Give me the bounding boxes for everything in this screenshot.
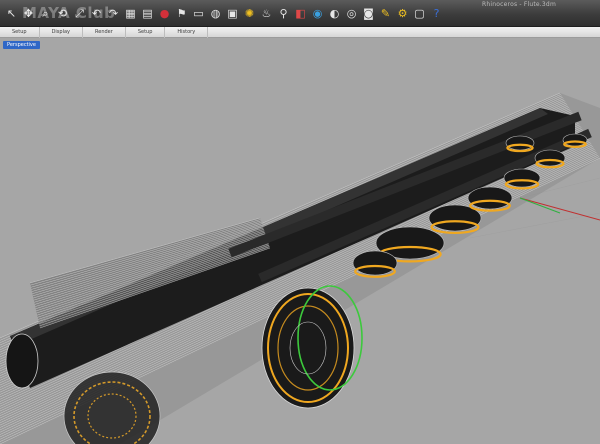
flute-model-render[interactable] (0, 38, 600, 444)
redo-icon[interactable]: ↷ (106, 5, 121, 22)
window-title: Rhinoceros - Flute.3dm (482, 1, 556, 8)
pan-icon[interactable]: ✥ (21, 5, 36, 22)
globe-icon[interactable]: ◍ (208, 5, 223, 22)
rotate-view-icon[interactable]: ⟲ (55, 5, 70, 22)
light-sun-icon[interactable]: ✺ (242, 5, 257, 22)
preview-icon[interactable]: ▢ (412, 5, 427, 22)
environment-icon[interactable]: ◎ (344, 5, 359, 22)
color-wheel-icon[interactable]: ◉ (310, 5, 325, 22)
spotlight-icon[interactable]: ⚲ (276, 5, 291, 22)
render-preview-icon[interactable]: ◧ (293, 5, 308, 22)
rhino-app-window: ↖ ✥ ⌕ ⟲ ⤢ ↶ ↷ ▦ ▤ ● ⚑ ▭ ◍ ▣ ✺ ♨ ⚲ ◧ ◉ ◐ ◎ ◙ ✎ ⚙ ▢? Rhinoceros - … (0, 0, 600, 444)
light-bulb-icon[interactable]: ♨ (259, 5, 274, 22)
paste-icon[interactable]: ▤ (140, 5, 155, 22)
panel-tab-strip: Setup Display Render Setup History (0, 26, 600, 38)
key-cup[interactable] (505, 135, 535, 153)
tab-history[interactable]: History (165, 26, 209, 38)
zoom-icon[interactable]: ⌕ (38, 5, 53, 22)
tab-display[interactable]: Display (40, 26, 83, 38)
four-viewports-icon[interactable]: ▦ (123, 5, 138, 22)
tab-render[interactable]: Render (83, 26, 126, 38)
tab-setup[interactable]: Setup (0, 26, 40, 38)
perspective-viewport[interactable]: Perspective (0, 38, 600, 444)
flag-icon[interactable]: ⚑ (174, 5, 189, 22)
world-axes-indicator (519, 197, 600, 221)
help-icon[interactable]: ? (429, 5, 444, 22)
main-toolbar: ↖ ✥ ⌕ ⟲ ⤢ ↶ ↷ ▦ ▤ ● ⚑ ▭ ◍ ▣ ✺ ♨ ⚲ ◧ ◉ ◐ ◎ ◙ ✎ ⚙ ▢? Rhinoceros - … (0, 0, 600, 27)
tab-setup-2[interactable]: Setup (126, 26, 166, 38)
record-icon[interactable]: ● (157, 5, 172, 22)
cplane-icon[interactable]: ▭ (191, 5, 206, 22)
zoom-extents-icon[interactable]: ⤢ (72, 5, 87, 22)
viewport-title-perspective[interactable]: Perspective (3, 41, 40, 49)
undo-icon[interactable]: ↶ (89, 5, 104, 22)
select-arrow-icon[interactable]: ↖ (4, 5, 19, 22)
material-sphere-icon[interactable]: ◐ (327, 5, 342, 22)
notes-icon[interactable]: ✎ (378, 5, 393, 22)
properties-icon[interactable]: ▣ (225, 5, 240, 22)
snapshot-icon[interactable]: ◙ (361, 5, 376, 22)
key-cup[interactable] (562, 133, 588, 149)
settings-gear-icon[interactable]: ⚙ (395, 5, 410, 22)
